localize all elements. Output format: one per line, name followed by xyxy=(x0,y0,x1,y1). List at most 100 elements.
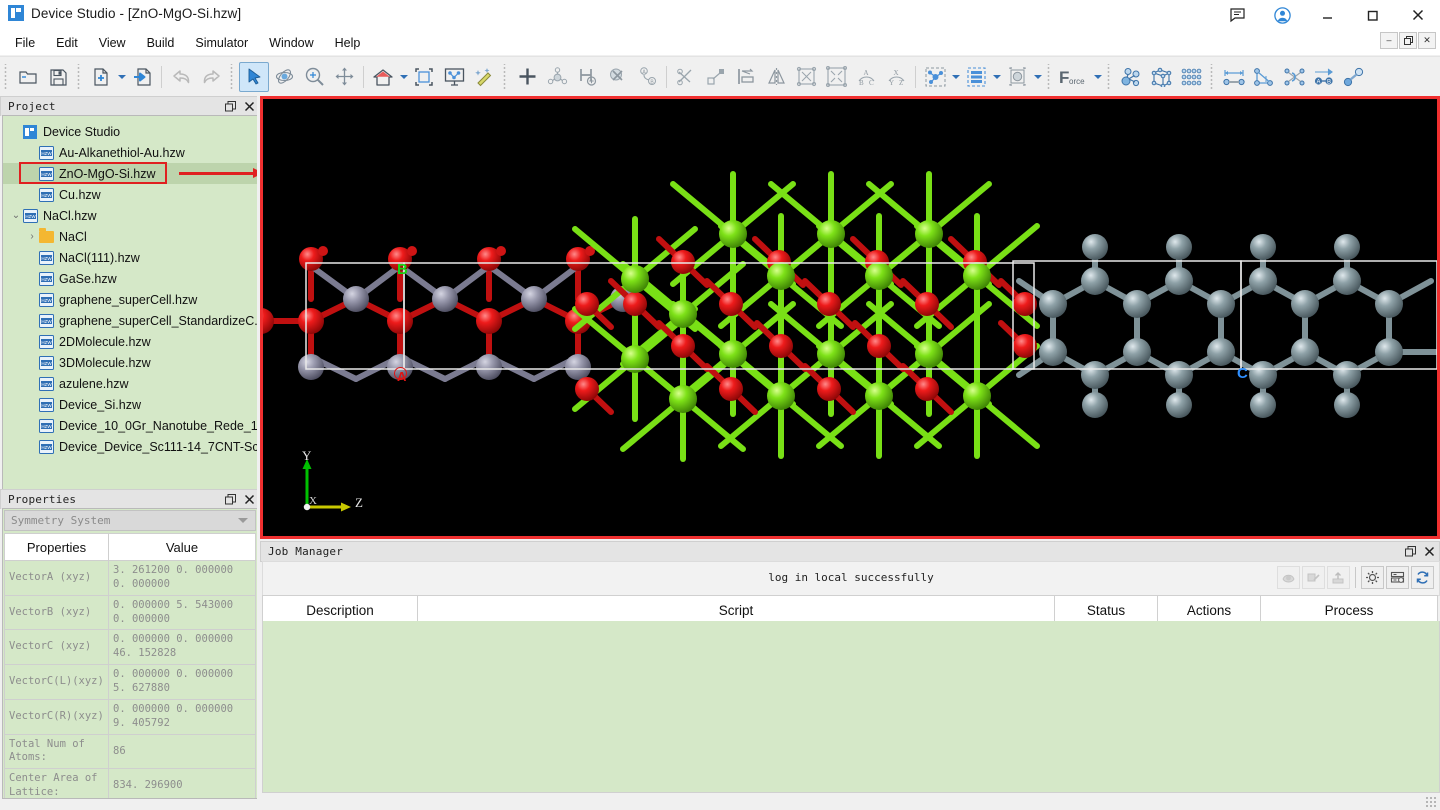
table-row[interactable]: VectorB (xyz) 0. 000000 5. 543000 0. 000… xyxy=(5,595,256,630)
submit-job-button[interactable] xyxy=(1277,566,1300,589)
tree-row-graphene-standardize[interactable]: HZW graphene_superCell_StandardizeC... xyxy=(3,310,257,331)
mdi-minimize-button[interactable]: – xyxy=(1380,32,1398,49)
tree-row-cu[interactable]: HZW Cu.hzw xyxy=(3,184,257,205)
zoom-tool-button[interactable] xyxy=(299,62,329,92)
menu-build[interactable]: Build xyxy=(138,33,184,53)
close-icon[interactable] xyxy=(1395,0,1440,30)
minimize-icon[interactable] xyxy=(1305,0,1350,30)
maximize-icon[interactable] xyxy=(1350,0,1395,30)
tree-row-nacl111[interactable]: HZW NaCl(111).hzw xyxy=(3,247,257,268)
account-icon[interactable] xyxy=(1260,0,1305,30)
stop-job-button[interactable] xyxy=(1302,566,1325,589)
home-view-button[interactable] xyxy=(368,62,398,92)
tree-expander[interactable] xyxy=(25,394,39,415)
toolbar-grip[interactable] xyxy=(229,64,236,90)
ab-vector-button[interactable]: AB xyxy=(1309,62,1339,92)
cluster-button[interactable] xyxy=(1116,62,1146,92)
toolbar-grip[interactable] xyxy=(3,64,10,90)
layers-button[interactable] xyxy=(961,62,991,92)
tree-expander[interactable] xyxy=(25,373,39,394)
tree-expander[interactable] xyxy=(25,331,39,352)
select-tool-button[interactable] xyxy=(239,62,269,92)
float-icon[interactable] xyxy=(224,101,236,113)
close-icon[interactable] xyxy=(243,494,255,506)
table-row[interactable]: Center Area of Lattice: 834. 296900 xyxy=(5,769,256,799)
toolbar-grip[interactable] xyxy=(1209,64,1216,90)
effects-button[interactable] xyxy=(469,62,499,92)
align-button[interactable] xyxy=(731,62,761,92)
home-view-dropdown-icon[interactable] xyxy=(398,63,409,91)
tree-expander[interactable] xyxy=(25,163,39,184)
tree-row-device-si[interactable]: HZW Device_Si.hzw xyxy=(3,394,257,415)
server-icon[interactable] xyxy=(1386,566,1409,589)
add-hydrogen-button[interactable] xyxy=(572,62,602,92)
upload-job-button[interactable] xyxy=(1327,566,1350,589)
menu-help[interactable]: Help xyxy=(326,33,370,53)
menu-edit[interactable]: Edit xyxy=(47,33,87,53)
symmetry-system-select[interactable]: Symmetry System xyxy=(4,510,256,531)
xyz-angle-button[interactable]: XYZ xyxy=(881,62,911,92)
feedback-icon[interactable] xyxy=(1215,0,1260,30)
project-tree[interactable]: Device Studio HZW Au-Alkanethiol-Au.hzw … xyxy=(2,115,258,492)
add-atom-button[interactable] xyxy=(512,62,542,92)
toolbar-grip[interactable] xyxy=(502,64,509,90)
new-document-dropdown-icon[interactable] xyxy=(116,63,127,91)
unit-cell-button[interactable] xyxy=(1146,62,1176,92)
table-row[interactable]: Total Num of Atoms: 86 xyxy=(5,734,256,769)
bond-length-button[interactable] xyxy=(1339,62,1369,92)
atom-style-button[interactable] xyxy=(920,62,950,92)
bond-scissors-button[interactable] xyxy=(671,62,701,92)
render-display-button[interactable] xyxy=(439,62,469,92)
mdi-restore-button[interactable] xyxy=(1399,32,1417,49)
toolbar-grip[interactable] xyxy=(1046,64,1053,90)
move-corner-button[interactable] xyxy=(701,62,731,92)
tree-row-zno-mgo-si[interactable]: HZW ZnO-MgO-Si.hzw xyxy=(3,163,257,184)
tree-expander[interactable] xyxy=(25,184,39,205)
tree-expander[interactable] xyxy=(25,268,39,289)
table-row[interactable]: VectorC(L)(xyz) 0. 000000 0. 000000 5. 6… xyxy=(5,665,256,700)
table-row[interactable]: VectorA (xyz) 3. 261200 0. 000000 0. 000… xyxy=(5,561,256,596)
float-icon[interactable] xyxy=(1404,546,1416,558)
tree-expander[interactable] xyxy=(25,289,39,310)
delete-atom-button[interactable] xyxy=(602,62,632,92)
table-row[interactable]: VectorC(R)(xyz) 0. 000000 0. 000000 9. 4… xyxy=(5,699,256,734)
tree-expander[interactable] xyxy=(25,436,39,457)
tree-row-3dmolecule[interactable]: HZW 3DMolecule.hzw xyxy=(3,352,257,373)
fit-view-button[interactable] xyxy=(409,62,439,92)
measure-distance-button[interactable] xyxy=(1219,62,1249,92)
job-table-body[interactable] xyxy=(262,621,1440,793)
gear-icon[interactable] xyxy=(1361,566,1384,589)
supercell-grid-button[interactable] xyxy=(1176,62,1206,92)
tree-expander[interactable] xyxy=(25,310,39,331)
isosurface-dropdown-icon[interactable] xyxy=(1032,63,1043,91)
mdi-close-button[interactable]: ✕ xyxy=(1418,32,1436,49)
tree-expander[interactable] xyxy=(9,121,23,142)
table-row[interactable]: VectorC (xyz) 0. 000000 0. 000000 46. 15… xyxy=(5,630,256,665)
structure-3d-viewport[interactable]: B A C Y Z X xyxy=(263,99,1437,536)
tree-row-au-alkanethiol[interactable]: HZW Au-Alkanethiol-Au.hzw xyxy=(3,142,257,163)
tree-row-nacl-folder[interactable]: › NaCl xyxy=(3,226,257,247)
toolbar-grip[interactable] xyxy=(1106,64,1113,90)
tree-row-gase[interactable]: HZW GaSe.hzw xyxy=(3,268,257,289)
tree-row-device-sc111[interactable]: HZW Device_Device_Sc111-14_7CNT-Sc... xyxy=(3,436,257,457)
tree-row-2dmolecule[interactable]: HZW 2DMolecule.hzw xyxy=(3,331,257,352)
rotate-tool-button[interactable] xyxy=(269,62,299,92)
expand-cell-button[interactable] xyxy=(821,62,851,92)
undo-button[interactable] xyxy=(166,62,196,92)
tree-expander[interactable] xyxy=(25,415,39,436)
tree-row-device-studio[interactable]: Device Studio xyxy=(3,121,257,142)
atom-style-dropdown-icon[interactable] xyxy=(950,63,961,91)
float-icon[interactable] xyxy=(224,494,236,506)
tree-expander[interactable]: ⌄ xyxy=(9,205,23,226)
toolbar-grip[interactable] xyxy=(76,64,83,90)
force-button[interactable]: Force xyxy=(1056,62,1092,92)
close-icon[interactable] xyxy=(243,101,255,113)
tree-expander[interactable]: › xyxy=(25,226,39,247)
tree-expander[interactable] xyxy=(25,352,39,373)
tree-expander[interactable] xyxy=(25,142,39,163)
refresh-icon[interactable] xyxy=(1411,566,1434,589)
pan-tool-button[interactable] xyxy=(329,62,359,92)
tree-row-graphene-supercell[interactable]: HZW graphene_superCell.hzw xyxy=(3,289,257,310)
abc-angle-button[interactable]: ABC xyxy=(851,62,881,92)
isosurface-button[interactable] xyxy=(1002,62,1032,92)
